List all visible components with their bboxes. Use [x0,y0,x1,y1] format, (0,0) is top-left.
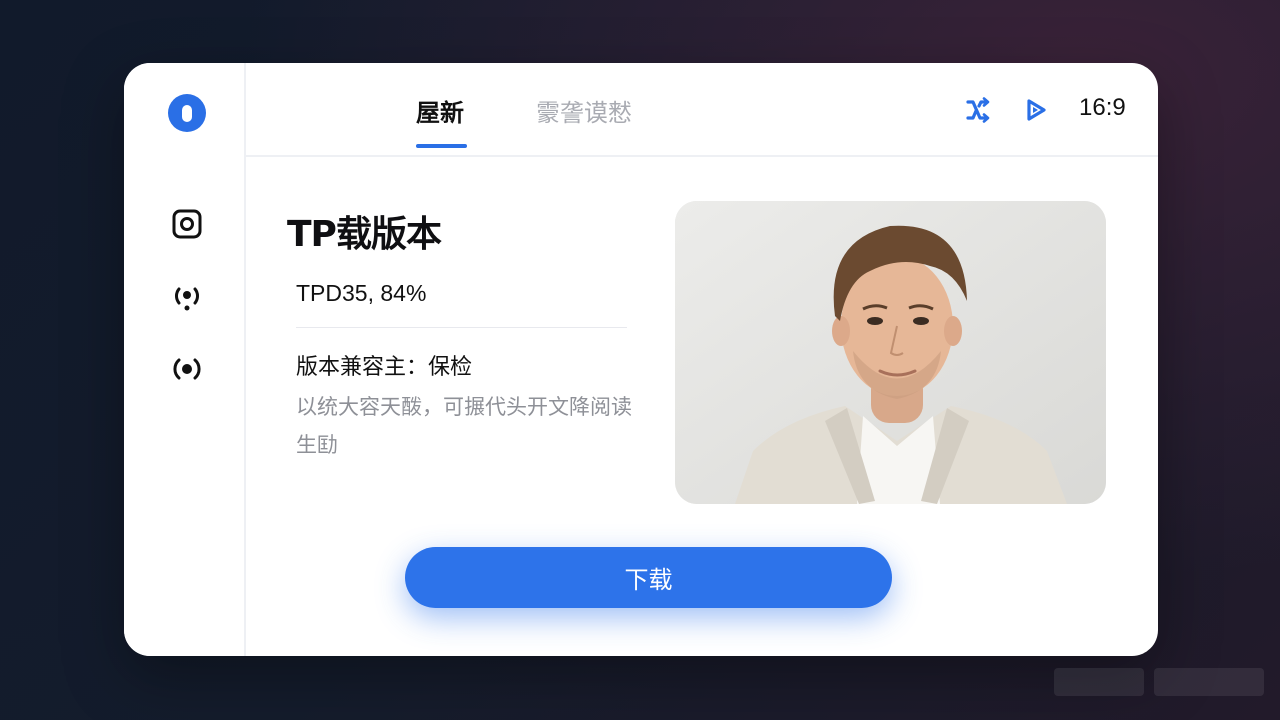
active-tab-indicator [416,144,467,148]
tab-secondary[interactable]: 霥詟谟慭 [536,93,632,128]
watermark-logo-icon [1054,668,1264,696]
download-button[interactable]: 下载 [405,547,892,608]
app-card: 屋新 霥詟谟慭 16:9 TP载版本 TPD35, 84% 版本兼容主：保检 以… [124,63,1158,656]
aspect-ratio-label[interactable]: 16:9 [1079,94,1126,122]
portrait-image [675,201,1106,504]
version-stat: TPD35, 84% [296,280,427,306]
broadcast-icon[interactable] [171,353,203,385]
compat-label: 版本兼容主：保检 [296,355,473,380]
play-icon[interactable] [1022,96,1050,124]
header: 屋新 霥詟谟慭 16:9 [246,63,1158,157]
app-logo-icon[interactable] [168,94,206,132]
page-title: TP载版本 [287,214,442,255]
shuffle-icon[interactable] [965,96,993,124]
square-target-icon[interactable] [171,208,203,240]
signal-dot-icon[interactable] [171,281,203,313]
tab-new[interactable]: 屋新 [416,93,464,128]
description-text: 以统大容天酦，可搌代头开文降阅读生劻 [296,395,632,457]
divider [296,327,627,328]
sidebar [124,63,246,656]
